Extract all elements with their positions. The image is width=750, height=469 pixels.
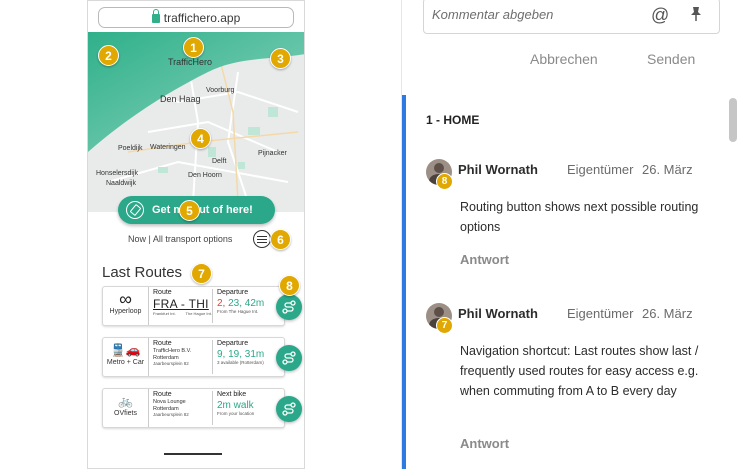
reply-button[interactable]: Antwort bbox=[460, 436, 509, 451]
map-label: Wateringen bbox=[150, 144, 186, 151]
comment-role: Eigentümer bbox=[567, 162, 634, 177]
comment-date: 26. März bbox=[642, 162, 693, 177]
artboard-area: traffichero.app TrafficHero Den Haag Voo… bbox=[0, 0, 402, 469]
time-transport-options[interactable]: Now | All transport options bbox=[128, 234, 232, 244]
departure-note: From your location bbox=[217, 411, 255, 416]
mode-label: Hyperloop bbox=[109, 308, 142, 315]
map-label: Naaldwijk bbox=[106, 180, 136, 187]
route-icon bbox=[282, 402, 296, 416]
map-label: Den Hoorn bbox=[188, 172, 222, 179]
comment-pin[interactable]: 5 bbox=[179, 200, 200, 221]
route-card[interactable]: 🚆🚗 Metro + Car Route TrafficHero B.V. Ro… bbox=[102, 337, 285, 377]
app-window: traffichero.app TrafficHero Den Haag Voo… bbox=[0, 0, 750, 469]
route-to: The Hague Int. bbox=[185, 311, 212, 316]
url-bar[interactable]: traffichero.app bbox=[98, 7, 294, 28]
comment-pin[interactable]: 7 bbox=[191, 263, 212, 284]
route-head: Route bbox=[153, 289, 172, 296]
url-text: traffichero.app bbox=[163, 10, 241, 25]
comment-pin[interactable]: 1 bbox=[183, 37, 204, 58]
route-icon bbox=[282, 300, 296, 314]
cta-label: Get me out of here! bbox=[152, 204, 253, 216]
comment: 7 Phil Wornath Eigentümer 26. März Navig… bbox=[426, 303, 716, 463]
route-action-button[interactable] bbox=[276, 345, 302, 371]
lock-icon bbox=[151, 9, 160, 23]
comment-pin[interactable]: 2 bbox=[98, 45, 119, 66]
scrollbar[interactable] bbox=[729, 98, 737, 142]
comments-panel: @ Abbrechen Senden 1 - HOME 8 Phil Worna… bbox=[402, 0, 750, 469]
comment-body: Navigation shortcut: Last routes show la… bbox=[460, 344, 699, 398]
map-label: Delft bbox=[212, 158, 227, 165]
departure-times: 9, 19, 31m bbox=[217, 349, 265, 360]
route-head: Route bbox=[153, 391, 172, 398]
route-action-button[interactable] bbox=[276, 396, 302, 422]
slider-icon bbox=[257, 236, 267, 237]
pin-icon[interactable] bbox=[686, 4, 706, 24]
departure-note: 3 available (Rotterdam) bbox=[217, 360, 264, 365]
comment-body: Routing button shows next possible routi… bbox=[460, 200, 699, 234]
departure-head: Next bike bbox=[217, 391, 247, 398]
infinity-icon: ∞ bbox=[119, 289, 132, 309]
departure-head: Departure bbox=[217, 289, 249, 296]
route-action-button[interactable] bbox=[276, 294, 302, 320]
comment: 8 Phil Wornath Eigentümer 26. März Routi… bbox=[426, 159, 716, 269]
comment-pin[interactable]: 8 bbox=[279, 275, 300, 296]
cancel-button[interactable]: Abbrechen bbox=[530, 51, 598, 67]
route-head: Route bbox=[153, 340, 172, 347]
map-label: Pijnacker bbox=[258, 150, 287, 157]
comment-pin[interactable]: 4 bbox=[190, 128, 211, 149]
route-card[interactable]: ∞ Hyperloop Route FRA - THI Frankfurt In… bbox=[102, 286, 285, 326]
route-from: Frankfurt Int. bbox=[153, 311, 176, 316]
comment-input[interactable] bbox=[432, 7, 642, 22]
departure-head: Departure bbox=[217, 340, 249, 347]
route-card[interactable]: 🚲 OVfiets Route Nova Lounge Rotterdam Ja… bbox=[102, 388, 285, 428]
map-label: Poeldijk bbox=[118, 145, 143, 152]
comment-role: Eigentümer bbox=[567, 306, 634, 321]
mode-label: Metro + Car bbox=[106, 359, 145, 366]
phone-artboard[interactable]: traffichero.app TrafficHero Den Haag Voo… bbox=[87, 0, 305, 469]
thread-selection-bar bbox=[402, 95, 406, 469]
brand-logo-text: TrafficHero bbox=[168, 57, 213, 67]
comment-pin[interactable]: 6 bbox=[270, 229, 291, 250]
train-car-icon: 🚆🚗 bbox=[110, 343, 141, 357]
comment-author: Phil Wornath bbox=[458, 306, 538, 321]
mode-label: OVfiets bbox=[114, 410, 137, 417]
route-line: Nova Lounge bbox=[153, 399, 186, 405]
send-button[interactable]: Senden bbox=[647, 51, 695, 67]
route-icon bbox=[282, 351, 296, 365]
map-label: Honselersdijk bbox=[96, 170, 139, 177]
last-routes-title: Last Routes bbox=[102, 264, 183, 281]
route-line: Jaarbeursplein 82 bbox=[153, 412, 189, 417]
comment-author: Phil Wornath bbox=[458, 162, 538, 177]
departure-note: From The Hague Int. bbox=[217, 309, 259, 314]
comment-pin[interactable]: 3 bbox=[270, 48, 291, 69]
departure-times: 2m walk bbox=[217, 400, 254, 411]
home-indicator bbox=[164, 453, 222, 455]
comment-date: 26. März bbox=[642, 306, 693, 321]
compass-icon bbox=[126, 201, 144, 219]
route-line: Jaarbeursplein 82 bbox=[153, 361, 189, 366]
thread-title: 1 - HOME bbox=[426, 113, 480, 127]
departure-times: 2, 23, 42m bbox=[217, 298, 265, 309]
mention-button[interactable]: @ bbox=[651, 5, 669, 26]
comment-composer: @ bbox=[423, 0, 720, 34]
reply-button[interactable]: Antwort bbox=[460, 252, 509, 267]
comment-pin-badge: 8 bbox=[436, 173, 453, 190]
map-label: Voorburg bbox=[206, 87, 235, 94]
route-main: FRA - THI bbox=[153, 297, 209, 311]
filter-settings-button[interactable] bbox=[253, 230, 271, 248]
map-label: Den Haag bbox=[160, 94, 201, 104]
route-line: TrafficHero B.V. bbox=[153, 348, 192, 354]
bicycle-icon: 🚲 bbox=[118, 394, 133, 408]
comment-pin-badge: 7 bbox=[436, 317, 453, 334]
